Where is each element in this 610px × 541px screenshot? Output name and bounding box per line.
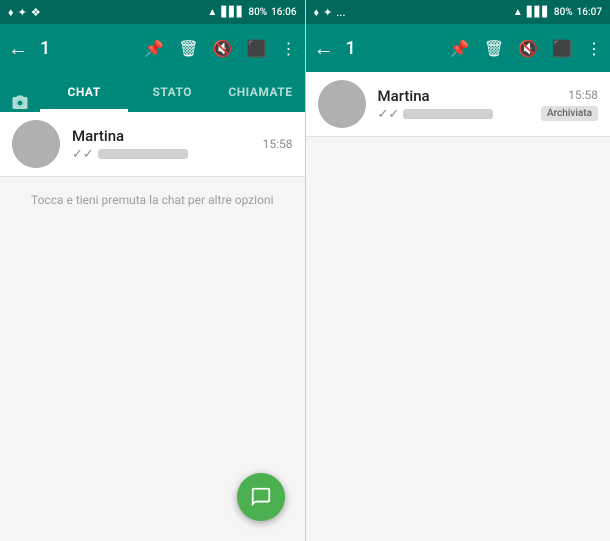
compose-fab-left[interactable] xyxy=(237,473,285,521)
chat-name-right: Martina xyxy=(378,87,529,105)
compose-icon xyxy=(250,486,272,508)
delete-icon-r[interactable]: 🗑 xyxy=(484,39,504,58)
archive-icon-r[interactable]: ⬛ xyxy=(552,39,572,58)
avatar-martina-left xyxy=(12,120,60,168)
phone-panel-left: ♦ ✦ ❖ ▲ ▋▋▋ 80% 16:06 ← 1 📌 🗑 🔇 ⬛ ⋮ xyxy=(0,0,305,541)
chat-time-left: 15:58 xyxy=(263,137,293,151)
wifi-icon-r: ▲ xyxy=(513,7,523,18)
notification-icon-r: ♦ xyxy=(314,6,320,19)
chat-info-martina-right: Martina ✓✓ xyxy=(378,87,529,122)
selected-counter-right: 1 xyxy=(346,38,438,59)
avatar-martina-right xyxy=(318,80,366,128)
tab-chat-left[interactable]: CHAT xyxy=(40,72,128,112)
hint-text-left: Tocca e tieni premuta la chat per altre … xyxy=(0,193,305,207)
signal-icon-r: ✦ xyxy=(323,6,332,19)
more-icon[interactable]: ⋮ xyxy=(281,39,297,58)
archived-badge: Archiviata xyxy=(541,106,598,121)
chat-info-martina-left: Martina ✓✓ xyxy=(72,127,251,162)
pin-icon[interactable]: 📌 xyxy=(144,39,164,58)
content-area-left: Martina ✓✓ 15:58 Tocca e tieni premuta l… xyxy=(0,112,305,541)
ticks-left: ✓✓ xyxy=(72,147,94,162)
selected-counter-left: 1 xyxy=(40,38,132,59)
archive-icon[interactable]: ⬛ xyxy=(247,39,267,58)
pin-icon-r[interactable]: 📌 xyxy=(450,39,470,58)
notification-icon: ♦ xyxy=(8,6,14,19)
extra-icon: ❖ xyxy=(31,6,41,19)
dots-icon-r: ... xyxy=(336,6,345,19)
ticks-right: ✓✓ xyxy=(378,107,400,122)
content-area-right: Martina ✓✓ 15:58 Archiviata xyxy=(306,72,610,541)
tab-stato-left[interactable]: STATO xyxy=(128,72,216,112)
time-right: 16:07 xyxy=(577,7,602,18)
camera-tab-left[interactable] xyxy=(0,94,40,112)
mute-icon-r[interactable]: 🔇 xyxy=(518,39,538,58)
chat-preview-right: ✓✓ xyxy=(378,107,529,122)
chat-item-martina-left[interactable]: Martina ✓✓ 15:58 xyxy=(0,112,305,177)
status-left-icons: ♦ ✦ ❖ xyxy=(8,6,41,19)
signal-icon: ✦ xyxy=(18,6,27,19)
battery-pct-right: 80% xyxy=(554,7,573,18)
tabs-bar-left: CHAT STATO CHIAMATE xyxy=(0,72,305,112)
battery-pct-left: 80% xyxy=(248,7,267,18)
status-bar-left: ♦ ✦ ❖ ▲ ▋▋▋ 80% 16:06 xyxy=(0,0,305,24)
status-right-icons-right: ▲ ▋▋▋ 80% 16:07 xyxy=(513,7,602,18)
app-bar-left: ← 1 📌 🗑 🔇 ⬛ ⋮ xyxy=(0,24,305,72)
wifi-icon: ▲ xyxy=(207,7,217,18)
signal-bars-icon: ▋▋▋ xyxy=(221,7,244,18)
chat-meta-left: 15:58 xyxy=(263,137,293,151)
tab-chiamate-left[interactable]: CHIAMATE xyxy=(216,72,304,112)
chat-preview-left: ✓✓ xyxy=(72,147,251,162)
toolbar-icons-right: 📌 🗑 🔇 ⬛ ⋮ xyxy=(450,39,602,58)
app-bar-right: ← 1 📌 🗑 🔇 ⬛ ⋮ xyxy=(306,24,610,72)
status-left-icons-right: ♦ ✦ ... xyxy=(314,6,346,19)
more-icon-r[interactable]: ⋮ xyxy=(586,39,602,58)
mute-icon[interactable]: 🔇 xyxy=(213,39,233,58)
delete-icon[interactable]: 🗑 xyxy=(178,39,198,58)
chat-name-left: Martina xyxy=(72,127,251,145)
preview-bar-left xyxy=(98,149,188,159)
toolbar-icons-left: 📌 🗑 🔇 ⬛ ⋮ xyxy=(144,39,296,58)
back-button-right[interactable]: ← xyxy=(314,36,334,61)
phone-panel-right: ♦ ✦ ... ▲ ▋▋▋ 80% 16:07 ← 1 📌 🗑 🔇 ⬛ ⋮ Ma… xyxy=(306,0,610,541)
chat-meta-right: 15:58 Archiviata xyxy=(541,88,598,121)
chat-time-right: 15:58 xyxy=(568,88,598,102)
preview-bar-right xyxy=(403,109,493,119)
status-bar-right: ♦ ✦ ... ▲ ▋▋▋ 80% 16:07 xyxy=(306,0,610,24)
status-right-icons: ▲ ▋▋▋ 80% 16:06 xyxy=(207,7,296,18)
signal-bars-icon-r: ▋▋▋ xyxy=(527,7,550,18)
time-left: 16:06 xyxy=(271,7,296,18)
back-button-left[interactable]: ← xyxy=(8,36,28,61)
chat-item-martina-right[interactable]: Martina ✓✓ 15:58 Archiviata xyxy=(306,72,610,137)
